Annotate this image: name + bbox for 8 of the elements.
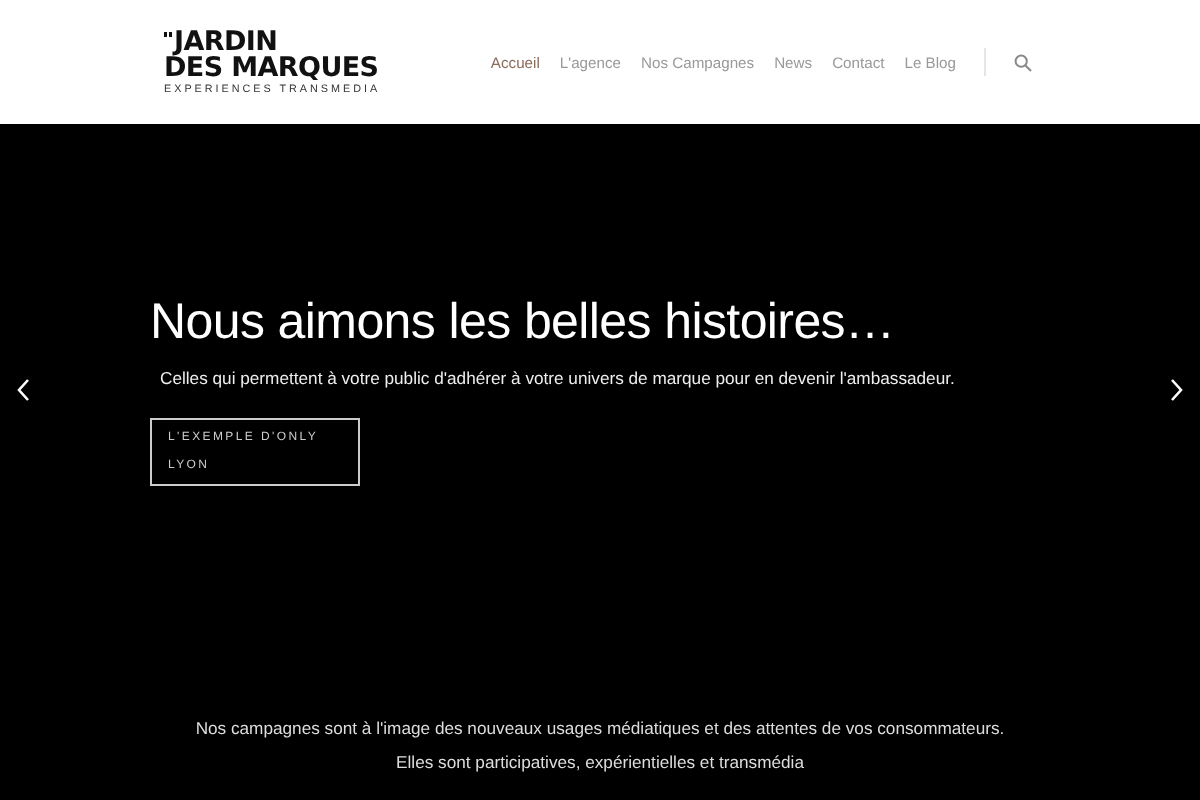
intro-text: Elles sont participatives, expérientielles et transmédia: [396, 752, 804, 772]
logo-text: JARDIN: [174, 30, 278, 57]
slide-title: Nous aimons les belles histoires…: [150, 293, 897, 351]
intro-text: Nos campagnes sont à l'image des nouveaux usages médiatiques et des attentes de vos consommateurs.: [195, 718, 1005, 738]
slide-subtitle: Celles qui permettent à votre public d'adhérer à votre univers de marque pour en devenir l'ambassadeur.: [160, 367, 957, 387]
logo-text: DES MARQUES: [164, 56, 381, 83]
search-icon[interactable]: [1014, 53, 1032, 71]
logo-dots-icon: [164, 32, 172, 39]
